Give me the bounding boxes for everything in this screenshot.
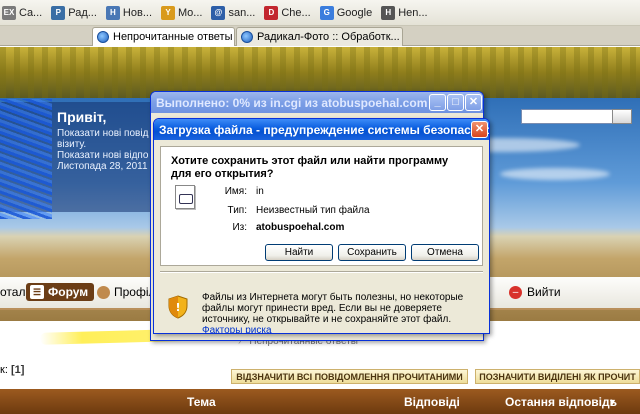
pagination: к: [1] — [0, 364, 25, 376]
bookmark-label: Ca... — [19, 6, 43, 19]
bookmark-item[interactable]: Y Mo... — [161, 5, 203, 20]
save-question: Хотите сохранить этот файл или найти про… — [171, 155, 449, 180]
dialog-body: Хотите сохранить этот файл или найти про… — [154, 140, 489, 333]
mark-all-read-button[interactable]: ВІДЗНАЧИТИ ВСІ ПОВІДОМЛЕННЯ ПРОЧИТАНИМИ — [231, 369, 468, 384]
file-info-panel: Хотите сохранить этот файл или найти про… — [160, 146, 483, 266]
bookmark-item[interactable]: H Hen... — [381, 5, 428, 20]
from-label: Из: — [232, 222, 247, 233]
bookmark-label: Mo... — [178, 6, 203, 19]
logout-icon: – — [509, 285, 522, 299]
progress-title: Выполнено: 0% из in.cgi из atobuspoehal.… — [156, 95, 428, 110]
nav-portal[interactable]: отал — [0, 285, 25, 299]
mark-selected-read-button[interactable]: ПОЗНАЧИТИ ВИДІЛЕНІ ЯК ПРОЧИТ — [475, 369, 640, 384]
news-icon: Н — [105, 5, 120, 20]
profile-icon — [97, 285, 110, 299]
at-sign-icon: @ — [211, 5, 226, 20]
bookmark-item[interactable]: D Che... — [264, 5, 311, 20]
nav-logout[interactable]: – Вийти — [509, 285, 561, 299]
tab-strip: Непрочитанные ответы Радикал-Фото :: Обр… — [0, 26, 640, 46]
sort-down-icon[interactable]: ▼ — [608, 397, 617, 407]
file-download-security-dialog: Загрузка файла - предупреждение системы … — [153, 118, 490, 334]
side-text-visit: візиту. — [57, 139, 87, 150]
cancel-button[interactable]: Отмена — [411, 244, 479, 261]
dialog-title: Загрузка файла - предупреждение системы … — [159, 122, 490, 137]
topics-table-header: Тема Відповіді Остання відповідь ▼ — [0, 389, 640, 414]
column-last-reply[interactable]: Остання відповідь — [505, 395, 617, 409]
photo-site-icon: Р — [51, 5, 66, 20]
google-icon: G — [319, 5, 334, 20]
show-new-replies-link[interactable]: Показати нові відпо — [57, 150, 148, 161]
tab-unread-replies[interactable]: Непрочитанные ответы — [92, 27, 235, 46]
maximize-icon[interactable]: □ — [447, 94, 464, 111]
bookmark-label: san... — [228, 6, 256, 19]
show-new-posts-link[interactable]: Показати нові повід — [57, 128, 148, 139]
svg-text:!: ! — [175, 301, 180, 314]
forum-icon: ☰ — [30, 285, 44, 299]
bookmark-item[interactable]: Н Нов... — [105, 5, 152, 20]
security-shield-icon: ! — [168, 295, 188, 319]
type-value: Неизвестный тип файла — [256, 205, 370, 216]
bookmark-label: Google — [336, 6, 373, 19]
close-icon[interactable]: ✕ — [465, 94, 482, 111]
minimize-icon[interactable]: _ — [429, 94, 446, 111]
greeting-text: Привіт, — [57, 109, 107, 125]
risk-factors-link[interactable]: Факторы риска — [202, 325, 272, 333]
tab-label: Радикал-Фото :: Обработк... — [257, 31, 400, 43]
bookmark-label: Hen... — [398, 6, 428, 19]
page-1-link[interactable]: [1] — [11, 364, 24, 376]
hen-icon: H — [381, 5, 396, 20]
bookmark-item[interactable]: EX Ca... — [2, 5, 43, 20]
column-topic[interactable]: Тема — [187, 395, 216, 409]
find-button[interactable]: Найти — [265, 244, 333, 261]
trophy-icon: Y — [161, 5, 175, 20]
bookmark-item[interactable]: @ san... — [211, 5, 256, 20]
name-value: in — [256, 186, 264, 197]
globe-icon — [241, 31, 253, 43]
bookmark-item[interactable]: Р Рад... — [51, 5, 97, 20]
tab-label: Непрочитанные ответы — [113, 31, 233, 43]
warning-area: ! Файлы из Интернета могут быть полезны,… — [160, 277, 483, 333]
bookmark-item[interactable]: G Google — [319, 5, 373, 20]
save-button[interactable]: Сохранить — [338, 244, 406, 261]
d-logo-icon: D — [264, 5, 279, 20]
divider — [160, 271, 483, 273]
nav-forum[interactable]: ☰ Форум — [26, 283, 95, 301]
search-button[interactable] — [612, 109, 632, 124]
name-label: Имя: — [224, 186, 247, 197]
ex-icon: EX — [2, 5, 16, 20]
type-label: Тип: — [227, 205, 247, 216]
scribble-overlay — [0, 99, 52, 219]
bookmark-label: Рад... — [68, 6, 97, 19]
date-text: Листопада 28, 2011 — [57, 161, 148, 172]
bookmark-label: Che... — [281, 6, 311, 19]
bookmarks-toolbar: EX Ca... Р Рад... Н Нов... Y Mo... @ san... D Che..… — [0, 0, 640, 26]
column-replies[interactable]: Відповіді — [404, 395, 460, 409]
tab-radikal-photo[interactable]: Радикал-Фото :: Обработк... — [236, 27, 403, 46]
globe-icon — [97, 31, 109, 43]
bookmark-label: Нов... — [122, 6, 152, 19]
from-value: atobuspoehal.com — [256, 222, 345, 233]
warning-text: Файлы из Интернета могут быть полезны, н… — [202, 292, 464, 334]
dialog-titlebar[interactable]: Загрузка файла - предупреждение системы … — [154, 119, 489, 140]
close-icon[interactable]: ✕ — [471, 121, 488, 138]
